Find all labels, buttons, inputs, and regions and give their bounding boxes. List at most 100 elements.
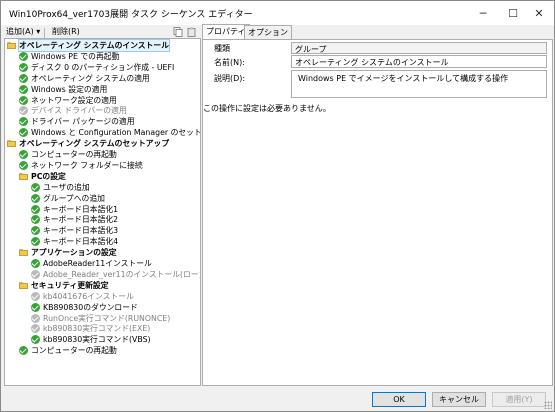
tree-step[interactable]: ドライバー パッケージの適用: [19, 116, 135, 127]
tree-item-label: キーボード日本語化3: [43, 226, 119, 236]
folder-icon: [19, 281, 28, 290]
check-icon: [31, 204, 40, 214]
tree-item-label: kb4041676インストール: [43, 291, 134, 301]
tree-item-label: Adobe_Reader_ver11のインストール(ローカル): [43, 269, 201, 279]
tree-group[interactable]: PCの設定: [19, 171, 66, 182]
tree-step[interactable]: Windows と Configuration Manager のセットアップ: [19, 127, 201, 138]
tree-group[interactable]: オペレーティング システムのセットアップ: [7, 138, 169, 149]
tree-step[interactable]: RunOnce実行コマンド(RUNONCE): [31, 313, 170, 324]
task-sequence-editor-window: Win10Prox64_ver1703展開 タスク シーケンス エディター ─ …: [0, 0, 555, 412]
tree-step[interactable]: コンピューターの再起動: [19, 345, 117, 356]
tree-step[interactable]: オペレーティング システムの適用: [19, 73, 150, 84]
tree-group[interactable]: アプリケーションの設定: [19, 247, 117, 258]
resize-grip-icon[interactable]: [544, 401, 552, 409]
tree-item-label: Windows 設定の適用: [31, 84, 108, 94]
tree-item-label: kb890830実行コマンド(EXE): [43, 324, 151, 334]
folder-icon: [19, 172, 28, 181]
folder-icon: [19, 248, 28, 257]
check-icon: [19, 346, 28, 356]
check-icon: [31, 302, 40, 312]
disabled-check-icon: [31, 324, 40, 334]
task-sequence-tree[interactable]: オペレーティング システムのインストール Windows PE での再起動 ディスク…: [4, 38, 201, 386]
tree-step[interactable]: ユーザの追加: [31, 182, 90, 193]
tree-item-label: キーボード日本語化1: [43, 204, 119, 214]
disabled-check-icon: [19, 106, 28, 116]
tree-step[interactable]: キーボード日本語化3: [31, 225, 118, 236]
tree-item-label: KB890830のダウンロード: [43, 302, 138, 312]
tree-step[interactable]: Windows 設定の適用: [19, 84, 107, 95]
description-field[interactable]: Windows PE でイメージをインストールして構成する操作: [291, 70, 547, 98]
tree-step[interactable]: ネットワーク フォルダーに接続: [19, 160, 143, 171]
check-icon: [19, 150, 28, 159]
tree-step[interactable]: AdobeReader11インストール: [31, 258, 152, 269]
tree-step[interactable]: デバイス ドライバーの適用: [19, 105, 127, 116]
name-label: 名前(N):: [214, 58, 245, 67]
toolbar-divider: [44, 28, 45, 38]
tree-step[interactable]: キーボード日本語化4: [31, 236, 118, 247]
folder-icon: [7, 41, 16, 50]
tree-step[interactable]: kb4041676インストール: [31, 291, 134, 302]
tree-step[interactable]: ディスク 0 のパーティション作成 - UEFI: [19, 62, 174, 73]
close-button[interactable]: ✕: [524, 1, 554, 25]
tree-item-label: ドライバー パッケージの適用: [31, 117, 135, 127]
name-field[interactable]: オペレーティング システムのインストール: [291, 55, 547, 68]
tree-step[interactable]: kb890830実行コマンド(VBS): [31, 334, 151, 345]
tree-item-label: ネットワーク設定の適用: [31, 95, 117, 105]
tree-item-label: RunOnce実行コマンド(RUNONCE): [43, 313, 171, 323]
check-icon: [19, 128, 28, 138]
tree-group[interactable]: セキュリティ更新設定: [19, 280, 109, 291]
check-icon: [31, 215, 40, 225]
check-icon: [19, 73, 28, 83]
title-bar: Win10Prox64_ver1703展開 タスク シーケンス エディター ─ …: [1, 1, 554, 25]
tree-item-label: アプリケーションの設定: [31, 248, 117, 258]
tree-item-label: ネットワーク フォルダーに接続: [31, 160, 143, 170]
add-menu-button[interactable]: 追加(A) ▾: [6, 26, 40, 37]
tree-item-label: PCの設定: [31, 171, 66, 181]
tree-item-label: Windows と Configuration Manager のセットアップ: [31, 128, 201, 138]
tab-options[interactable]: オプション: [244, 25, 292, 39]
disabled-check-icon: [31, 313, 40, 323]
check-icon: [19, 95, 28, 105]
tree-step[interactable]: コンピューターの再起動: [19, 149, 117, 160]
tree-step[interactable]: グループへの追加: [31, 193, 105, 204]
toolbar: 追加(A) ▾ 削除(R): [1, 25, 201, 39]
delete-button[interactable]: 削除(R): [52, 26, 80, 37]
copy-icon[interactable]: [173, 27, 183, 37]
check-icon: [31, 237, 40, 247]
description-label: 説明(D):: [214, 74, 246, 83]
tree-step[interactable]: KB890830のダウンロード: [31, 302, 138, 313]
tree-item-label: Windows PE での再起動: [31, 51, 120, 61]
tree-step[interactable]: Adobe_Reader_ver11のインストール(ローカル): [31, 269, 201, 280]
tree-item-label: ユーザの追加: [43, 182, 90, 192]
tree-step[interactable]: キーボード日本語化1: [31, 204, 118, 215]
check-icon: [31, 182, 40, 192]
tree-step[interactable]: kb890830実行コマンド(EXE): [31, 323, 150, 334]
tree-item-label: コンピューターの再起動: [31, 346, 117, 356]
check-icon: [19, 84, 28, 94]
minimize-button[interactable]: ─: [468, 1, 498, 25]
tree-item-label: AdobeReader11インストール: [43, 259, 152, 268]
tree-step[interactable]: キーボード日本語化2: [31, 214, 118, 225]
check-icon: [19, 62, 28, 72]
tree-item-label: デバイス ドライバーの適用: [31, 106, 127, 116]
tree-item-label: コンピューターの再起動: [31, 150, 117, 159]
check-icon: [31, 226, 40, 236]
no-settings-note: この操作に設定は必要ありません。: [203, 104, 331, 113]
disabled-check-icon: [31, 269, 40, 279]
ok-button[interactable]: OK: [372, 392, 426, 407]
tree-item-label: オペレーティング システムのセットアップ: [19, 139, 170, 149]
check-icon: [31, 335, 40, 345]
check-icon: [19, 160, 28, 170]
tree-item-label: オペレーティング システムのインストール: [18, 39, 170, 52]
tree-step[interactable]: Windows PE での再起動: [19, 51, 119, 62]
tab-properties[interactable]: プロパティ: [202, 24, 250, 40]
paste-icon[interactable]: [187, 27, 197, 37]
cancel-button[interactable]: キャンセル: [432, 392, 486, 407]
tree-item-label: グループへの追加: [43, 193, 105, 203]
tree-item-label: オペレーティング システムの適用: [31, 73, 150, 83]
apply-button[interactable]: 適用(Y): [492, 392, 546, 407]
tree-group[interactable]: オペレーティング システムのインストール: [7, 39, 170, 52]
check-icon: [31, 193, 40, 203]
disabled-check-icon: [31, 291, 40, 301]
tree-step[interactable]: ネットワーク設定の適用: [19, 95, 117, 106]
